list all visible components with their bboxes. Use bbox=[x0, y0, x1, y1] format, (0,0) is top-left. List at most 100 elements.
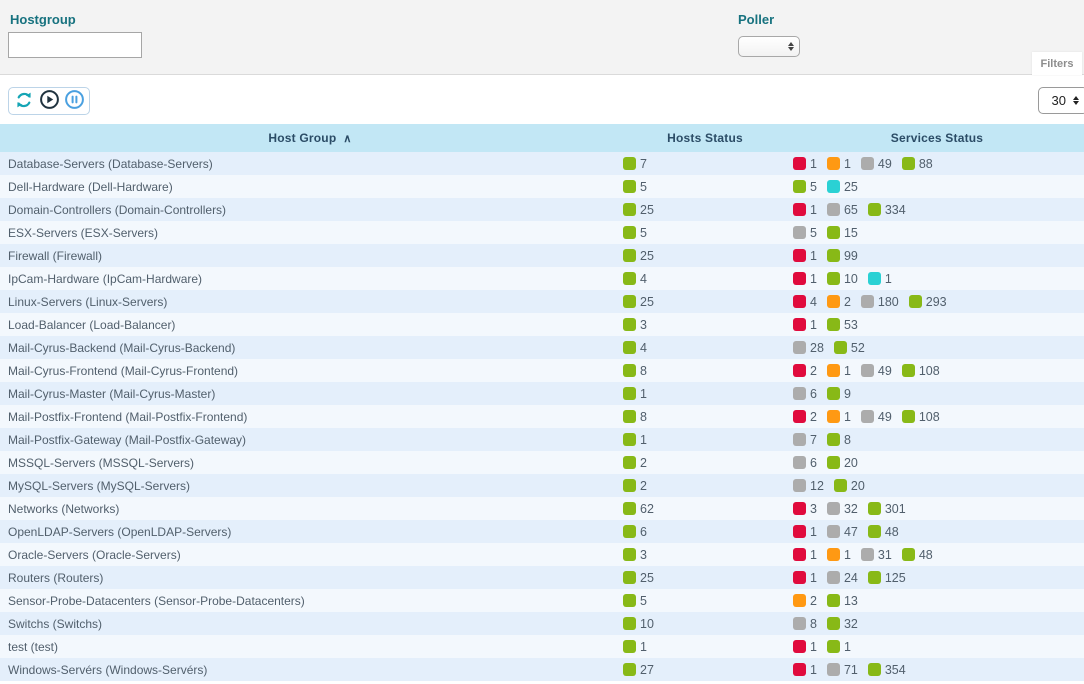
service-status-badge-ok[interactable]: 20 bbox=[834, 479, 865, 493]
service-status-badge-unknown[interactable]: 65 bbox=[827, 203, 858, 217]
hostgroup-name[interactable]: Firewall (Firewall) bbox=[0, 244, 620, 267]
column-header-host-group[interactable]: Host Group ∧ bbox=[0, 124, 620, 152]
host-status-badge-ok[interactable]: 5 bbox=[623, 594, 647, 608]
service-status-badge-unknown[interactable]: 49 bbox=[861, 410, 892, 424]
host-status-badge-ok[interactable]: 4 bbox=[623, 341, 647, 355]
service-status-badge-critical[interactable]: 1 bbox=[793, 640, 817, 654]
service-status-badge-critical[interactable]: 1 bbox=[793, 249, 817, 263]
service-status-badge-unknown[interactable]: 47 bbox=[827, 525, 858, 539]
service-status-badge-unknown[interactable]: 6 bbox=[793, 456, 817, 470]
service-status-badge-ok[interactable]: 20 bbox=[827, 456, 858, 470]
service-status-badge-warning[interactable]: 1 bbox=[827, 364, 851, 378]
service-status-badge-unknown[interactable]: 24 bbox=[827, 571, 858, 585]
service-status-badge-unknown[interactable]: 49 bbox=[861, 364, 892, 378]
page-size-select[interactable]: 30 bbox=[1038, 87, 1084, 114]
hostgroup-name[interactable]: Switchs (Switchs) bbox=[0, 612, 620, 635]
service-status-badge-ok[interactable]: 99 bbox=[827, 249, 858, 263]
refresh-button[interactable] bbox=[13, 90, 35, 112]
service-status-badge-ok[interactable]: 5 bbox=[793, 180, 817, 194]
host-status-badge-ok[interactable]: 4 bbox=[623, 272, 647, 286]
hostgroup-name[interactable]: Oracle-Servers (Oracle-Servers) bbox=[0, 543, 620, 566]
pause-button[interactable] bbox=[63, 90, 85, 112]
host-status-badge-ok[interactable]: 25 bbox=[623, 571, 654, 585]
service-status-badge-pending[interactable]: 1 bbox=[868, 272, 892, 286]
service-status-badge-unknown[interactable]: 7 bbox=[793, 433, 817, 447]
service-status-badge-warning[interactable]: 1 bbox=[827, 410, 851, 424]
service-status-badge-critical[interactable]: 2 bbox=[793, 364, 817, 378]
service-status-badge-unknown[interactable]: 28 bbox=[793, 341, 824, 355]
service-status-badge-ok[interactable]: 53 bbox=[827, 318, 858, 332]
service-status-badge-ok[interactable]: 334 bbox=[868, 203, 906, 217]
host-status-badge-ok[interactable]: 1 bbox=[623, 640, 647, 654]
hostgroup-name[interactable]: OpenLDAP-Servers (OpenLDAP-Servers) bbox=[0, 520, 620, 543]
poller-select[interactable] bbox=[738, 36, 800, 57]
service-status-badge-ok[interactable]: 301 bbox=[868, 502, 906, 516]
play-button[interactable] bbox=[38, 90, 60, 112]
service-status-badge-ok[interactable]: 8 bbox=[827, 433, 851, 447]
service-status-badge-unknown[interactable]: 12 bbox=[793, 479, 824, 493]
host-status-badge-ok[interactable]: 1 bbox=[623, 433, 647, 447]
service-status-badge-unknown[interactable]: 71 bbox=[827, 663, 858, 677]
hostgroup-name[interactable]: MySQL-Servers (MySQL-Servers) bbox=[0, 474, 620, 497]
service-status-badge-unknown[interactable]: 180 bbox=[861, 295, 899, 309]
host-status-badge-ok[interactable]: 5 bbox=[623, 226, 647, 240]
hostgroup-name[interactable]: IpCam-Hardware (IpCam-Hardware) bbox=[0, 267, 620, 290]
service-status-badge-critical[interactable]: 1 bbox=[793, 272, 817, 286]
service-status-badge-critical[interactable]: 1 bbox=[793, 663, 817, 677]
column-header-services-status[interactable]: Services Status bbox=[790, 124, 1084, 152]
host-status-badge-ok[interactable]: 5 bbox=[623, 180, 647, 194]
service-status-badge-warning[interactable]: 1 bbox=[827, 548, 851, 562]
service-status-badge-ok[interactable]: 9 bbox=[827, 387, 851, 401]
service-status-badge-warning[interactable]: 2 bbox=[793, 594, 817, 608]
hostgroup-name[interactable]: test (test) bbox=[0, 635, 620, 658]
service-status-badge-warning[interactable]: 1 bbox=[827, 157, 851, 171]
service-status-badge-critical[interactable]: 1 bbox=[793, 525, 817, 539]
service-status-badge-unknown[interactable]: 32 bbox=[827, 502, 858, 516]
hostgroup-name[interactable]: Linux-Servers (Linux-Servers) bbox=[0, 290, 620, 313]
service-status-badge-unknown[interactable]: 8 bbox=[793, 617, 817, 631]
host-status-badge-ok[interactable]: 2 bbox=[623, 479, 647, 493]
service-status-badge-warning[interactable]: 2 bbox=[827, 295, 851, 309]
service-status-badge-unknown[interactable]: 31 bbox=[861, 548, 892, 562]
hostgroup-name[interactable]: ESX-Servers (ESX-Servers) bbox=[0, 221, 620, 244]
service-status-badge-ok[interactable]: 15 bbox=[827, 226, 858, 240]
hostgroup-filter-input[interactable] bbox=[8, 32, 142, 58]
host-status-badge-ok[interactable]: 3 bbox=[623, 318, 647, 332]
host-status-badge-ok[interactable]: 6 bbox=[623, 525, 647, 539]
service-status-badge-ok[interactable]: 354 bbox=[868, 663, 906, 677]
service-status-badge-critical[interactable]: 1 bbox=[793, 548, 817, 562]
host-status-badge-ok[interactable]: 25 bbox=[623, 203, 654, 217]
filters-tab[interactable]: Filters bbox=[1032, 52, 1082, 75]
host-status-badge-ok[interactable]: 1 bbox=[623, 387, 647, 401]
service-status-badge-ok[interactable]: 48 bbox=[868, 525, 899, 539]
hostgroup-name[interactable]: MSSQL-Servers (MSSQL-Servers) bbox=[0, 451, 620, 474]
hostgroup-name[interactable]: Mail-Cyrus-Backend (Mail-Cyrus-Backend) bbox=[0, 336, 620, 359]
host-status-badge-ok[interactable]: 8 bbox=[623, 410, 647, 424]
service-status-badge-ok[interactable]: 293 bbox=[909, 295, 947, 309]
host-status-badge-ok[interactable]: 62 bbox=[623, 502, 654, 516]
service-status-badge-ok[interactable]: 108 bbox=[902, 364, 940, 378]
host-status-badge-ok[interactable]: 8 bbox=[623, 364, 647, 378]
service-status-badge-ok[interactable]: 13 bbox=[827, 594, 858, 608]
hostgroup-name[interactable]: Load-Balancer (Load-Balancer) bbox=[0, 313, 620, 336]
service-status-badge-unknown[interactable]: 6 bbox=[793, 387, 817, 401]
hostgroup-name[interactable]: Domain-Controllers (Domain-Controllers) bbox=[0, 198, 620, 221]
service-status-badge-critical[interactable]: 1 bbox=[793, 571, 817, 585]
host-status-badge-ok[interactable]: 2 bbox=[623, 456, 647, 470]
service-status-badge-unknown[interactable]: 49 bbox=[861, 157, 892, 171]
service-status-badge-critical[interactable]: 4 bbox=[793, 295, 817, 309]
hostgroup-name[interactable]: Mail-Cyrus-Frontend (Mail-Cyrus-Frontend… bbox=[0, 359, 620, 382]
service-status-badge-ok[interactable]: 52 bbox=[834, 341, 865, 355]
service-status-badge-ok[interactable]: 1 bbox=[827, 640, 851, 654]
service-status-badge-critical[interactable]: 1 bbox=[793, 157, 817, 171]
service-status-badge-critical[interactable]: 1 bbox=[793, 318, 817, 332]
service-status-badge-critical[interactable]: 3 bbox=[793, 502, 817, 516]
hostgroup-name[interactable]: Windows-Servérs (Windows-Servérs) bbox=[0, 658, 620, 681]
service-status-badge-ok[interactable]: 32 bbox=[827, 617, 858, 631]
host-status-badge-ok[interactable]: 3 bbox=[623, 548, 647, 562]
service-status-badge-unknown[interactable]: 5 bbox=[793, 226, 817, 240]
host-status-badge-ok[interactable]: 25 bbox=[623, 295, 654, 309]
service-status-badge-critical[interactable]: 2 bbox=[793, 410, 817, 424]
hostgroup-name[interactable]: Mail-Postfix-Frontend (Mail-Postfix-Fron… bbox=[0, 405, 620, 428]
hostgroup-name[interactable]: Mail-Cyrus-Master (Mail-Cyrus-Master) bbox=[0, 382, 620, 405]
